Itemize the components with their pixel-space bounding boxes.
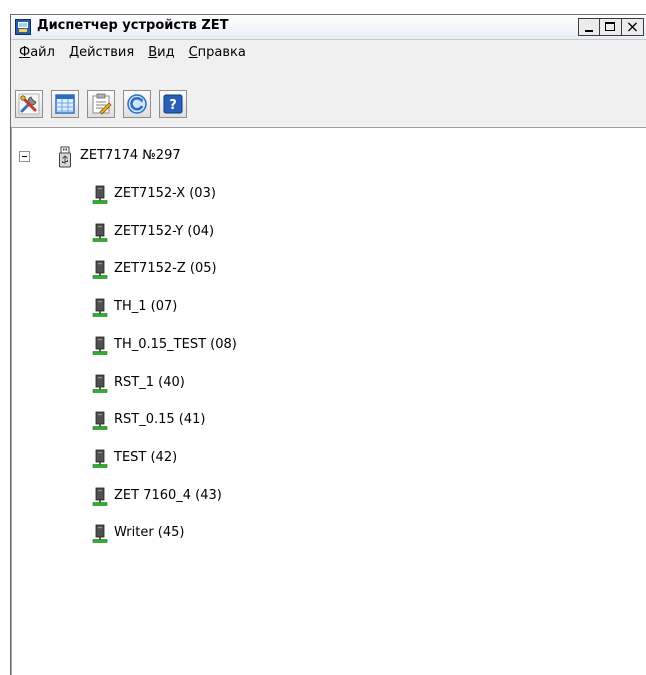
maximize-button[interactable]: [600, 18, 622, 36]
svg-text:?: ?: [169, 98, 177, 113]
tree-item-device[interactable]: RST_1 (40): [114, 375, 185, 390]
collapse-toggle[interactable]: [19, 151, 30, 162]
window-title: Диспетчер устройств ZET: [37, 18, 229, 33]
table-icon: [55, 94, 75, 114]
tree-item-device[interactable]: ZET7152-X (03): [114, 186, 216, 201]
device-icon: [92, 336, 108, 355]
help-button[interactable]: ?: [159, 90, 187, 118]
device-icon: [92, 487, 108, 506]
properties-button[interactable]: [87, 90, 115, 118]
device-icon: [92, 374, 108, 393]
tree-item-device[interactable]: ZET7152-Y (04): [114, 224, 214, 239]
close-icon: ×: [625, 17, 640, 36]
device-icon: [92, 260, 108, 279]
device-icon: [92, 524, 108, 543]
menu-actions[interactable]: Действия: [61, 45, 140, 60]
refresh-icon: [127, 94, 147, 114]
tree-item-device[interactable]: TEST (42): [114, 450, 177, 465]
tree-item-device[interactable]: RST_0.15 (41): [114, 412, 206, 427]
tree-item-device[interactable]: ZET7152-Z (05): [114, 261, 217, 276]
tools-button[interactable]: [15, 90, 43, 118]
usb-device-icon: [59, 146, 71, 168]
menu-view[interactable]: Вид: [140, 45, 180, 60]
minimize-button[interactable]: [578, 18, 600, 36]
device-icon: [92, 298, 108, 317]
menu-help[interactable]: Справка: [181, 45, 252, 60]
properties-icon: [92, 93, 112, 115]
close-button[interactable]: ×: [622, 17, 644, 36]
device-icon: [92, 449, 108, 468]
device-icon: [92, 185, 108, 204]
tree-item-device[interactable]: TH_0.15_TEST (08): [114, 337, 237, 352]
tree-root-label[interactable]: ZET7174 №297: [80, 148, 181, 163]
help-icon: ?: [163, 94, 183, 114]
menu-bar: Файл Действия Вид Справка: [11, 40, 646, 64]
window-controls: ×: [578, 17, 644, 36]
tree-item-device[interactable]: ZET 7160_4 (43): [114, 488, 222, 503]
app-icon: [15, 19, 31, 35]
device-icon: [92, 223, 108, 242]
menu-file[interactable]: Файл: [11, 45, 61, 60]
app-window: Диспетчер устройств ZET × Файл Действия …: [10, 14, 646, 675]
title-bar[interactable]: Диспетчер устройств ZET ×: [11, 15, 646, 40]
refresh-button[interactable]: [123, 90, 151, 118]
device-tree: ZET7174 №297 ZET7152-X (03) ZET7152-Y (04…: [11, 127, 646, 675]
tree-item-device[interactable]: TH_1 (07): [114, 299, 177, 314]
device-icon: [92, 411, 108, 430]
toolbar: ?: [11, 66, 646, 118]
tools-icon: [18, 93, 40, 115]
tree-item-device[interactable]: Writer (45): [114, 525, 184, 540]
table-view-button[interactable]: [51, 90, 79, 118]
